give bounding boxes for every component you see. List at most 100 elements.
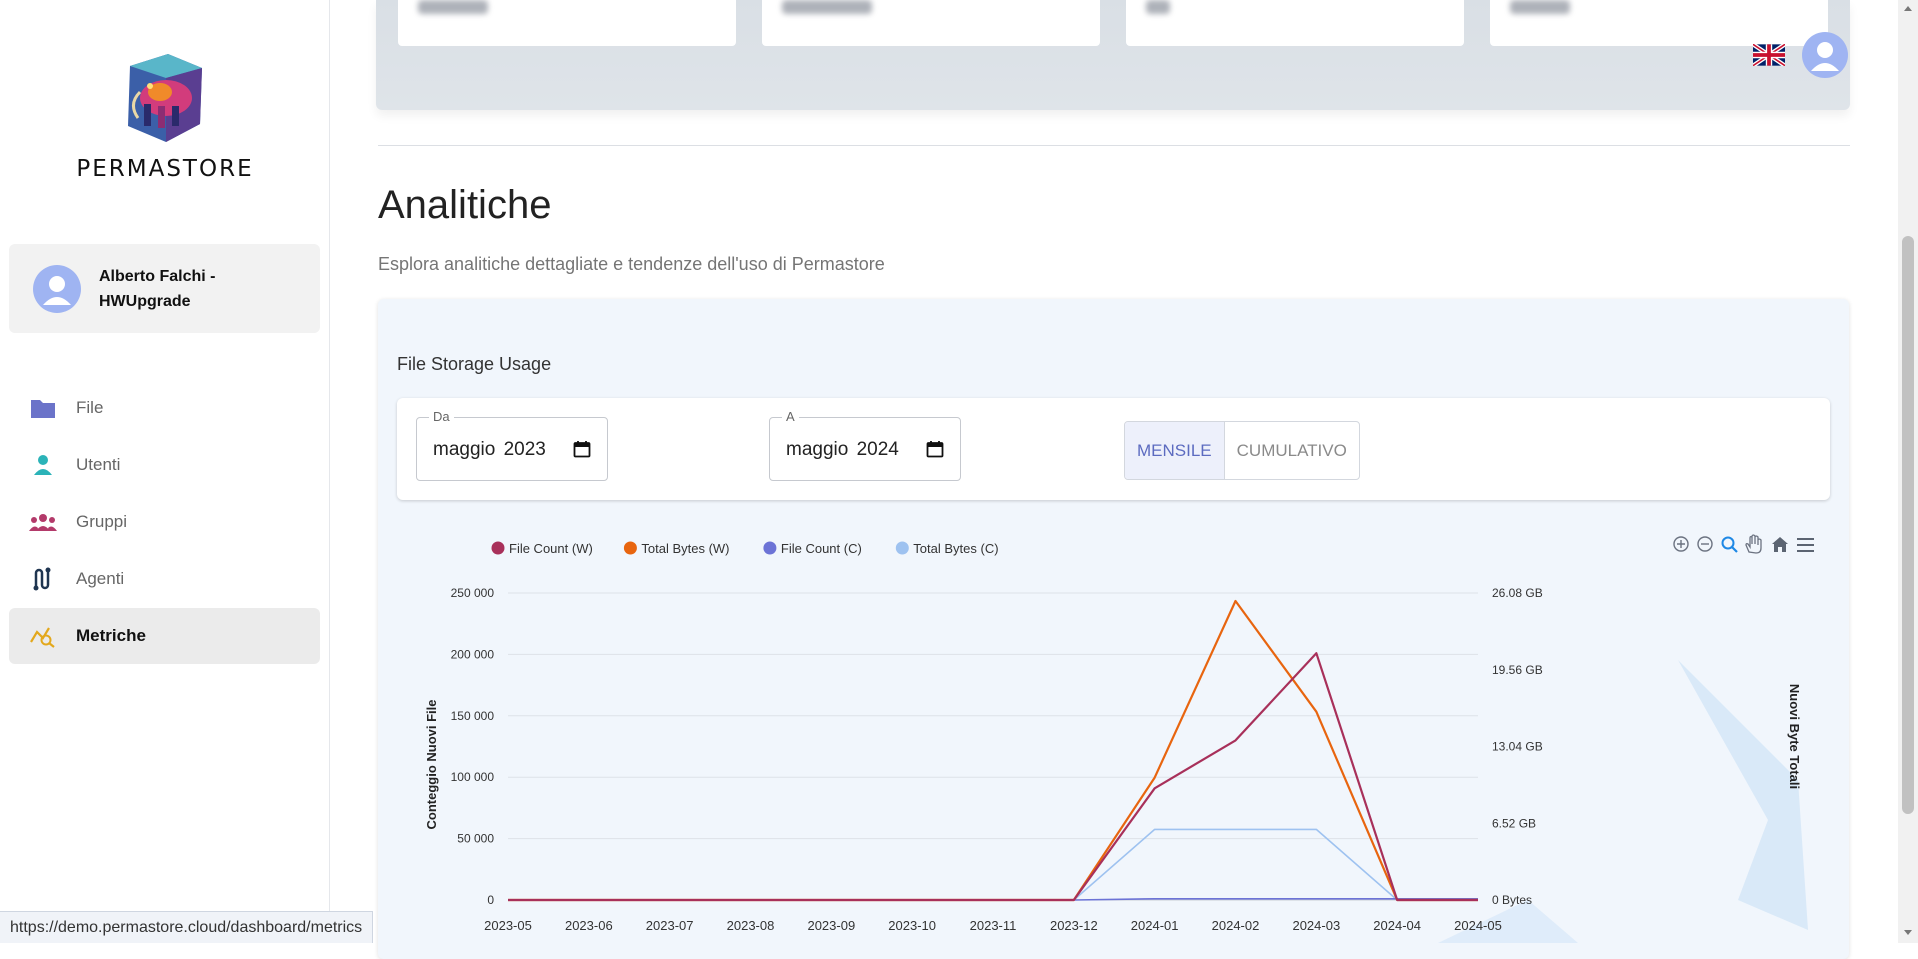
y2-tick-label: 0 Bytes	[1492, 893, 1532, 907]
y-tick-label: 100 000	[451, 770, 495, 784]
x-tick-label: 2023-10	[888, 918, 936, 933]
person-icon	[43, 276, 71, 305]
scrollbar-thumb[interactable]	[1902, 236, 1914, 814]
series-line	[508, 652, 1478, 902]
calendar-icon[interactable]	[573, 440, 591, 458]
user-avatar	[33, 265, 81, 313]
y-tick-label: 50 000	[457, 832, 494, 846]
sidebar-item-label: Utenti	[76, 455, 121, 474]
sidebar-item-label: Agenti	[76, 569, 125, 588]
series-line	[508, 599, 1478, 902]
account-avatar-button[interactable]	[1802, 32, 1848, 78]
x-tick-label: 2023-06	[565, 918, 613, 933]
to-date-label: A	[782, 409, 799, 425]
reset-home-icon	[1772, 537, 1788, 552]
account-avatar-icon	[1811, 42, 1839, 71]
sidebar-item-metriche[interactable]: Metriche	[9, 608, 320, 664]
y2-axis-label: Nuovi Byte Totali	[1787, 684, 1802, 789]
user-icon	[29, 451, 57, 479]
period-toggle: MENSILE CUMULATIVO	[1124, 421, 1360, 480]
x-tick-label: 2023-09	[807, 918, 855, 933]
chart-grid	[508, 592, 1478, 901]
calendar-icon[interactable]	[926, 440, 944, 458]
y2-tick-label: 26.08 GB	[1492, 586, 1543, 600]
legend-label: Total Bytes (W)	[641, 541, 729, 556]
user-name: Alberto Falchi - HWUpgrade	[99, 268, 216, 310]
y-tick-label: 0	[487, 893, 494, 907]
legend-label: File Count (W)	[509, 541, 593, 556]
to-date-value: maggio 2024	[786, 439, 899, 460]
cumulative-toggle-button[interactable]: CUMULATIVO	[1225, 422, 1359, 479]
legend-label: Total Bytes (C)	[913, 541, 998, 556]
card-title: File Storage Usage	[397, 354, 552, 374]
scroll-up-icon[interactable]	[1904, 6, 1912, 11]
to-date-field[interactable]: A maggio 2024	[769, 409, 961, 481]
sidebar: PERMASTORE Alberto Falchi - HWUpgrade Fi…	[0, 0, 330, 943]
folder-icon	[29, 394, 57, 422]
uk-flag-icon[interactable]	[1753, 44, 1785, 66]
section-divider	[378, 145, 1850, 146]
page-scrollbar[interactable]	[1898, 0, 1918, 943]
sidebar-item-agenti[interactable]: Agenti	[9, 551, 320, 607]
x-tick-label: 2024-02	[1212, 918, 1260, 933]
stat-card	[762, 0, 1100, 46]
x-tick-label: 2024-01	[1131, 918, 1179, 933]
zoom-out-icon	[1697, 536, 1713, 552]
sidebar-item-utenti[interactable]: Utenti	[9, 437, 320, 493]
stat-card	[1490, 0, 1828, 46]
scroll-down-icon[interactable]	[1904, 930, 1912, 935]
y-tick-label: 250 000	[451, 586, 495, 600]
legend-marker	[895, 541, 909, 555]
pan-icon	[1745, 534, 1762, 554]
stat-card	[1126, 0, 1464, 46]
sidebar-item-file[interactable]: File	[9, 380, 320, 436]
chart-ticks: 0 50 000 100 000 150 000 200 000 250 000 0 Byt…	[451, 586, 1543, 933]
legend-marker	[491, 541, 505, 555]
x-tick-label: 2023-05	[484, 918, 532, 933]
from-date-field[interactable]: Da maggio 2023	[416, 409, 608, 481]
x-tick-label: 2023-11	[970, 918, 1017, 933]
brand-name: PERMASTORE	[76, 156, 254, 182]
y-tick-label: 150 000	[451, 709, 495, 723]
x-tick-label: 2023-07	[646, 918, 694, 933]
legend-label: File Count (C)	[781, 541, 862, 556]
from-date-label: Da	[429, 409, 454, 425]
sidebar-item-label: File	[76, 398, 104, 417]
series-line	[508, 828, 1478, 901]
sidebar-item-label: Metriche	[76, 626, 146, 645]
y2-tick-label: 19.56 GB	[1492, 663, 1543, 677]
sidebar-item-gruppi[interactable]: Gruppi	[9, 494, 320, 550]
stat-card	[398, 0, 736, 46]
storage-usage-chart: 0 50 000 100 000 150 000 200 000 250 000 0 Byt…	[424, 534, 1814, 943]
agents-icon	[29, 565, 57, 593]
monthly-toggle-button[interactable]: MENSILE	[1125, 422, 1225, 479]
page-subtitle: Esplora analitiche dettagliate e tendenz…	[378, 254, 885, 274]
y2-tick-label: 13.04 GB	[1492, 740, 1543, 754]
stats-panel	[376, 0, 1850, 110]
legend-marker	[623, 541, 637, 555]
legend-marker	[763, 541, 777, 555]
from-date-value: maggio 2023	[433, 439, 546, 460]
y2-tick-label: 6.52 GB	[1492, 816, 1536, 830]
selection-zoom-icon	[1721, 536, 1738, 553]
chart-toolbar	[1673, 534, 1814, 554]
y-axis-label: Conteggio Nuovi File	[424, 700, 439, 830]
user-card[interactable]: Alberto Falchi - HWUpgrade	[9, 244, 320, 333]
x-tick-label: 2023-12	[1050, 918, 1098, 933]
permastore-logo	[128, 54, 202, 142]
x-tick-label: 2024-04	[1373, 918, 1421, 933]
x-tick-label: 2024-03	[1292, 918, 1340, 933]
x-tick-label: 2024-05	[1454, 918, 1502, 933]
page-title: Analitiche	[378, 183, 552, 227]
chart-controls: Da maggio 2023 A maggio 2024 MENSILE CUM…	[397, 398, 1830, 500]
metrics-icon	[29, 622, 57, 650]
y-tick-label: 200 000	[451, 647, 495, 661]
status-url: https://demo.permastore.cloud/dashboard/…	[0, 911, 374, 943]
chart-legend: File Count (W) Total Bytes (W) File Count …	[491, 541, 999, 556]
menu-icon	[1797, 538, 1814, 552]
sidebar-item-label: Gruppi	[76, 512, 128, 531]
chart-series	[508, 599, 1478, 902]
zoom-in-icon	[1673, 536, 1689, 552]
groups-icon	[29, 508, 57, 536]
x-tick-label: 2023-08	[727, 918, 775, 933]
